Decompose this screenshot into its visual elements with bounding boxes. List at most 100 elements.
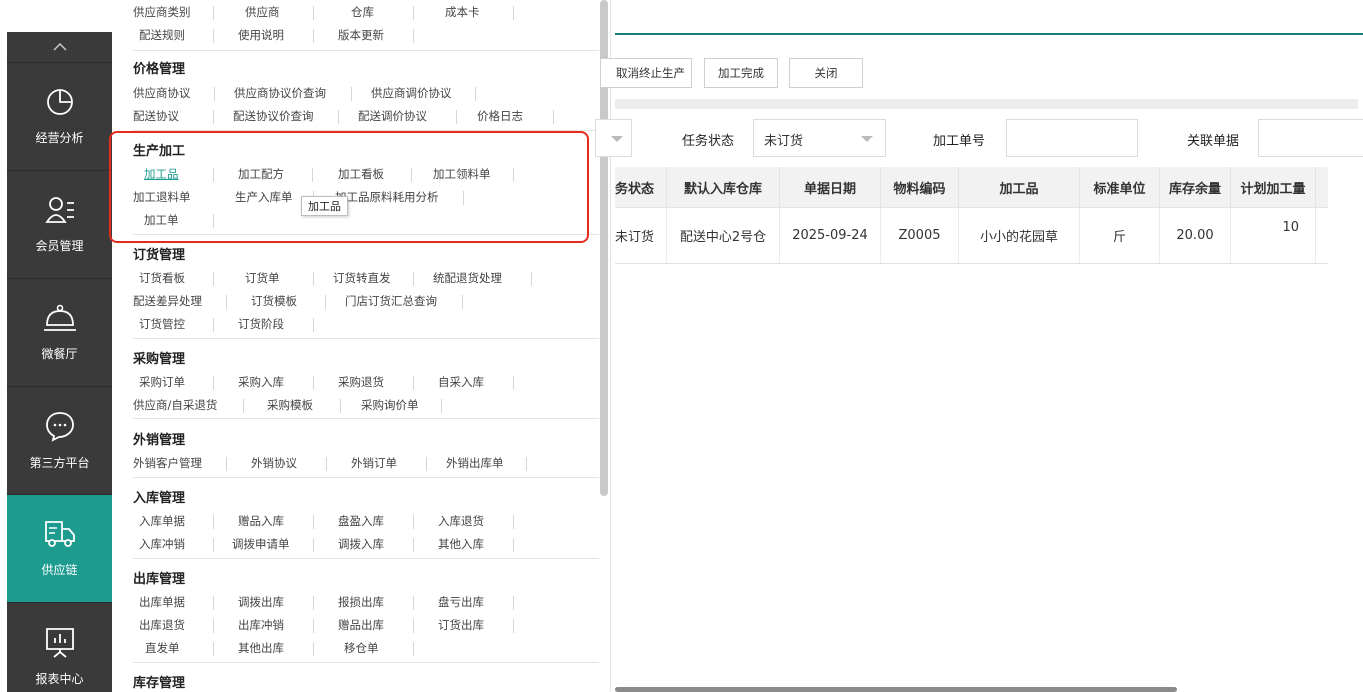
main-sidebar: 经营分析 会员管理 微餐厅 第三方平台 供应链 报表中心	[7, 32, 112, 692]
menu-separator	[214, 87, 215, 101]
menu-separator	[313, 538, 314, 552]
report-board-icon	[45, 628, 74, 658]
menu-link-stock-out-return[interactable]: 出库退货	[139, 615, 185, 635]
menu-separator	[313, 596, 314, 610]
sidebar-item-supply-chain[interactable]: 供应链	[7, 495, 112, 603]
menu-link-supplier-agreement-price-query[interactable]: 供应商协议价查询	[234, 83, 326, 103]
menu-link-stock-out-docs[interactable]: 出库单据	[139, 592, 185, 612]
menu-link-delivery-price-adjust[interactable]: 配送调价协议	[358, 106, 427, 126]
menu-link-other-stock-in[interactable]: 其他入库	[438, 534, 484, 554]
menu-link-gift-stock-out[interactable]: 赠品出库	[338, 615, 384, 635]
sidebar-item-label: 经营分析	[35, 131, 84, 145]
menu-group-title-ordering: 订货管理	[133, 248, 186, 263]
previous-filter-select[interactable]	[595, 119, 632, 157]
menu-link-transfer-stock-out[interactable]: 调拨出库	[238, 592, 284, 612]
menu-link-purchase-template[interactable]: 采购模板	[267, 395, 313, 415]
menu-link-stock-in-reversal[interactable]: 入库冲销	[139, 534, 185, 554]
menu-separator	[226, 295, 227, 309]
horizontal-scrollbar[interactable]	[615, 687, 1177, 692]
menu-link-order-form[interactable]: 订货单	[245, 268, 280, 288]
menu-link-gift-stock-in[interactable]: 赠品入库	[238, 511, 284, 531]
menu-separator	[513, 376, 514, 390]
menu-separator	[456, 110, 457, 124]
menu-link-supplier[interactable]: 供应商	[245, 2, 280, 22]
menu-link-warehouse[interactable]: 仓库	[351, 2, 374, 22]
column-header[interactable]: 加工品	[958, 167, 1080, 208]
cancel-stop-production-button[interactable]: 取消终止生产	[600, 58, 692, 88]
menu-link-supplier-category[interactable]: 供应商类别	[133, 2, 191, 22]
menu-link-stock-out-reversal[interactable]: 出库冲销	[238, 615, 284, 635]
menu-link-order-stage[interactable]: 订货阶段	[238, 314, 284, 334]
menu-separator	[213, 538, 214, 552]
menu-link-purchase-order[interactable]: 采购订单	[139, 372, 185, 392]
menu-link-warehouse-move[interactable]: 移仓单	[344, 638, 379, 658]
task-status-label: 任务状态	[682, 134, 735, 149]
tab-underline	[615, 33, 1363, 35]
task-status-select[interactable]: 未订货	[753, 119, 886, 157]
menu-link-supplier-self-return[interactable]: 供应商/自采退货	[133, 395, 217, 415]
menu-link-unified-return[interactable]: 统配退货处理	[433, 268, 502, 288]
sidebar-item-third-party[interactable]: 第三方平台	[7, 387, 112, 495]
menu-link-damage-stock-out[interactable]: 报损出库	[338, 592, 384, 612]
sidebar-item-analysis[interactable]: 经营分析	[7, 63, 112, 171]
menu-link-order-control[interactable]: 订货管控	[139, 314, 185, 334]
process-no-input[interactable]	[1006, 119, 1138, 157]
menu-group-title-pricing: 价格管理	[133, 62, 186, 77]
menu-link-external-agreement[interactable]: 外销协议	[251, 453, 297, 473]
menu-link-purchase-stock-in[interactable]: 采购入库	[238, 372, 284, 392]
column-header[interactable]: 默认入库仓库	[666, 167, 780, 208]
menu-link-store-order-summary[interactable]: 门店订货汇总查询	[345, 291, 437, 311]
menu-link-transfer-request[interactable]: 调拨申请单	[232, 534, 290, 554]
menu-divider	[133, 558, 599, 559]
menu-link-stock-in-docs[interactable]: 入库单据	[139, 511, 185, 531]
menu-separator	[226, 457, 227, 471]
column-header[interactable]: 务状态	[615, 167, 667, 208]
menu-link-shortage-stock-out[interactable]: 盘亏出库	[438, 592, 484, 612]
menu-link-self-purchase-stock-in[interactable]: 自采入库	[438, 372, 484, 392]
menu-link-purchase-inquiry[interactable]: 采购询价单	[361, 395, 419, 415]
column-header[interactable]: 物料编码	[880, 167, 959, 208]
menu-link-other-stock-out[interactable]: 其他出库	[238, 638, 284, 658]
menu-link-surplus-stock-in[interactable]: 盘盈入库	[338, 511, 384, 531]
sidebar-item-restaurant[interactable]: 微餐厅	[7, 279, 112, 387]
column-header[interactable]: 单据日期	[779, 167, 881, 208]
menu-link-order-board[interactable]: 订货看板	[139, 268, 185, 288]
menu-link-external-stock-out[interactable]: 外销出库单	[446, 453, 504, 473]
menu-separator	[213, 6, 214, 20]
column-header[interactable]: 库存余量	[1159, 167, 1231, 208]
menu-link-version-update[interactable]: 版本更新	[338, 25, 384, 45]
sidebar-item-members[interactable]: 会员管理	[7, 171, 112, 279]
menu-link-delivery-variance[interactable]: 配送差异处理	[133, 291, 202, 311]
menu-link-delivery-agreement-price-query[interactable]: 配送协议价查询	[233, 106, 314, 126]
menu-link-direct-delivery[interactable]: 直发单	[145, 638, 180, 658]
menu-link-order-template[interactable]: 订货模板	[251, 291, 297, 311]
menu-link-external-order[interactable]: 外销订单	[351, 453, 397, 473]
menu-separator	[213, 619, 214, 633]
menu-link-delivery-agreement[interactable]: 配送协议	[133, 106, 179, 126]
column-header-empty	[1315, 167, 1328, 208]
column-header[interactable]: 计划加工量	[1230, 167, 1316, 208]
menu-separator	[313, 642, 314, 656]
processing-complete-button[interactable]: 加工完成	[704, 58, 778, 88]
menu-link-external-customer[interactable]: 外销客户管理	[133, 453, 202, 473]
menu-link-order-stock-out[interactable]: 订货出库	[438, 615, 484, 635]
close-button[interactable]: 关闭	[789, 58, 863, 88]
sidebar-scroll-up[interactable]	[7, 32, 112, 63]
menu-link-delivery-rules[interactable]: 配送规则	[139, 25, 185, 45]
processing-table: 务状态 默认入库仓库 单据日期 物料编码 加工品 标准单位 库存余量 计划加工量…	[615, 167, 1328, 264]
menu-link-supplier-agreement[interactable]: 供应商协议	[133, 83, 191, 103]
menu-link-stock-in-return[interactable]: 入库退货	[438, 511, 484, 531]
menu-link-supplier-price-adjust[interactable]: 供应商调价协议	[371, 83, 452, 103]
related-doc-input[interactable]	[1258, 119, 1363, 157]
table-row[interactable]: 未订货 配送中心2号仓 2025-09-24 Z0005 小小的花园草 斤 20…	[615, 207, 1328, 264]
sidebar-item-reports[interactable]: 报表中心	[7, 603, 112, 692]
menu-link-price-log[interactable]: 价格日志	[477, 106, 523, 126]
menu-link-cost-card[interactable]: 成本卡	[445, 2, 480, 22]
menu-link-order-to-direct[interactable]: 订货转直发	[333, 268, 391, 288]
menu-link-purchase-return[interactable]: 采购退货	[338, 372, 384, 392]
column-header[interactable]: 标准单位	[1079, 167, 1160, 208]
menu-separator	[213, 318, 214, 332]
menu-link-user-guide[interactable]: 使用说明	[238, 25, 284, 45]
menu-separator	[326, 457, 327, 471]
menu-link-transfer-stock-in[interactable]: 调拨入库	[338, 534, 384, 554]
